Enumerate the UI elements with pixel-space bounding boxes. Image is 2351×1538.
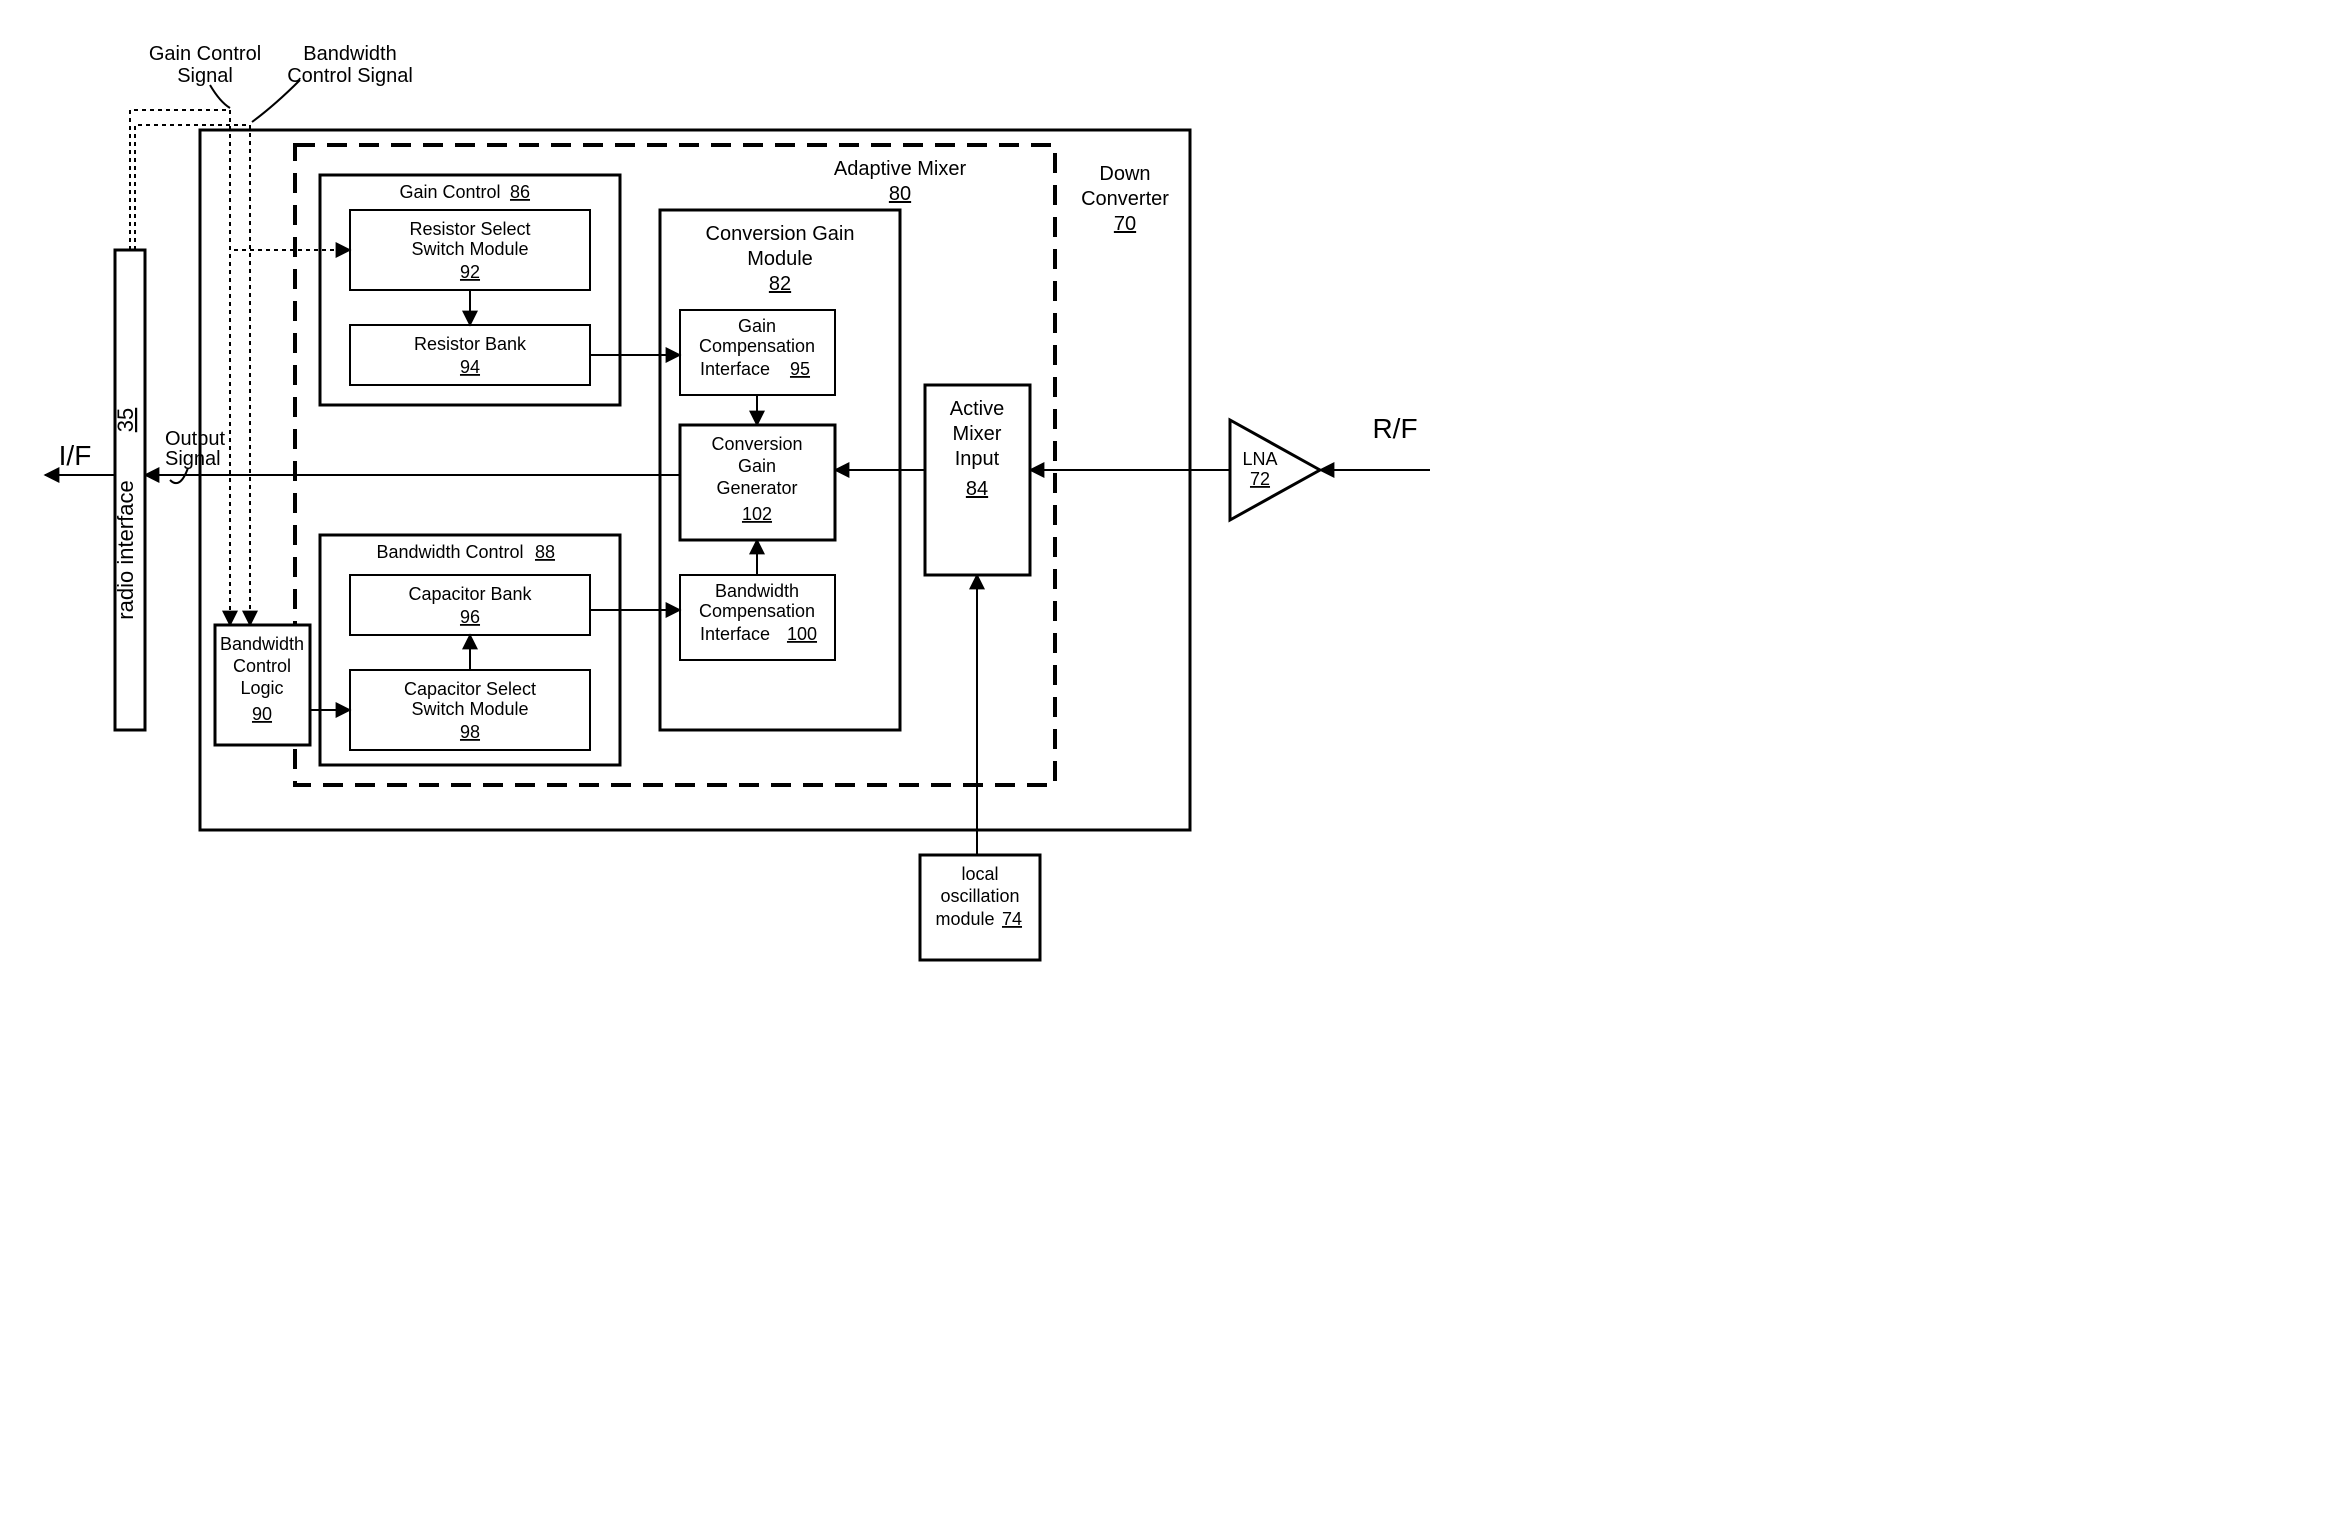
lna-ref: 72 — [1250, 469, 1270, 489]
local-osc-ref: 74 — [1002, 909, 1022, 929]
cgg-1: Conversion — [711, 434, 802, 454]
capacitor-bank-label: Capacitor Bank — [408, 584, 532, 604]
capacitor-select-label-1: Capacitor Select — [404, 679, 536, 699]
radio-interface-label: radio interface — [113, 480, 138, 619]
bcs-2: Control Signal — [287, 65, 413, 87]
down-converter-label-1: Down — [1099, 163, 1150, 185]
bw-comp-3: Interface — [700, 624, 770, 644]
ami-ref: 84 — [966, 478, 988, 500]
gain-comp-ref: 95 — [790, 359, 810, 379]
bandwidth-control-ref: 88 — [535, 542, 555, 562]
capacitor-bank-ref: 96 — [460, 607, 480, 627]
gcs-1: Gain Control — [149, 43, 261, 65]
gain-comp-3: Interface — [700, 359, 770, 379]
adaptive-mixer-label: Adaptive Mixer — [834, 158, 967, 180]
if-label: I/F — [59, 440, 92, 471]
ami-3: Input — [955, 448, 1000, 470]
bcl-label-2: Control — [233, 656, 291, 676]
lna-triangle — [1230, 420, 1320, 520]
down-converter-label-2: Converter — [1081, 188, 1169, 210]
block-diagram: Down Converter 70 Adaptive Mixer 80 Gain… — [20, 20, 1520, 1020]
cgg-ref: 102 — [742, 504, 772, 524]
resistor-bank-ref: 94 — [460, 357, 480, 377]
cgm-label-2: Module — [747, 248, 813, 270]
lna-label: LNA — [1242, 449, 1277, 469]
resistor-select-label-2: Switch Module — [411, 239, 528, 259]
down-converter-ref: 70 — [1114, 213, 1136, 235]
local-osc-3: module — [935, 909, 994, 929]
resistor-select-label-1: Resistor Select — [409, 219, 530, 239]
cgg-3: Generator — [716, 478, 797, 498]
gcs-2: Signal — [177, 65, 233, 87]
gain-comp-2: Compensation — [699, 336, 815, 356]
cgm-ref: 82 — [769, 273, 791, 295]
cgg-2: Gain — [738, 456, 776, 476]
rf-label: R/F — [1372, 413, 1417, 444]
gain-control-ref: 86 — [510, 182, 530, 202]
capacitor-select-label-2: Switch Module — [411, 699, 528, 719]
gcs-pointer — [210, 85, 230, 108]
ami-1: Active — [950, 398, 1004, 420]
bcl-label-3: Logic — [240, 678, 283, 698]
bw-comp-2: Compensation — [699, 601, 815, 621]
bcl-ref: 90 — [252, 704, 272, 724]
output-signal-2: Signal — [165, 448, 221, 470]
local-osc-2: oscillation — [940, 886, 1019, 906]
bw-comp-1: Bandwidth — [715, 581, 799, 601]
gain-comp-1: Gain — [738, 316, 776, 336]
bandwidth-control-label: Bandwidth Control — [376, 542, 523, 562]
output-signal-1: Output — [165, 428, 225, 450]
bcs-pointer — [252, 80, 300, 122]
capacitor-select-ref: 98 — [460, 722, 480, 742]
gain-control-label: Gain Control — [399, 182, 500, 202]
resistor-bank-label: Resistor Bank — [414, 334, 527, 354]
local-osc-1: local — [961, 864, 998, 884]
bw-comp-ref: 100 — [787, 624, 817, 644]
resistor-select-ref: 92 — [460, 262, 480, 282]
radio-interface-ref: 35 — [113, 408, 138, 432]
ami-2: Mixer — [953, 423, 1002, 445]
bcs-1: Bandwidth — [303, 43, 396, 65]
bcl-label-1: Bandwidth — [220, 634, 304, 654]
adaptive-mixer-ref: 80 — [889, 183, 911, 205]
cgm-label-1: Conversion Gain — [706, 223, 855, 245]
